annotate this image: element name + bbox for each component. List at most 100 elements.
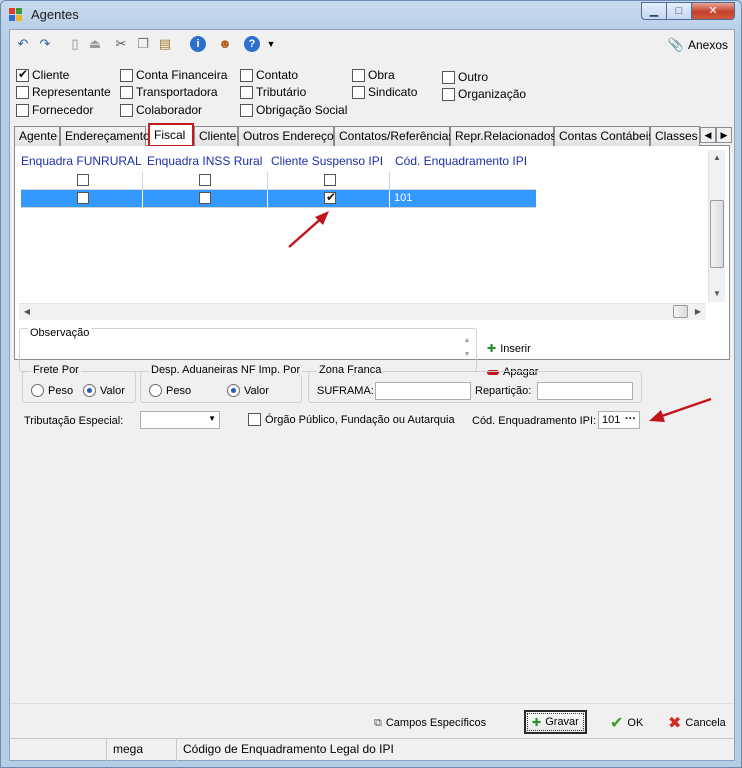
chevron-down-icon[interactable]: ▼ [208, 414, 216, 423]
cod-enquadramento-input[interactable]: 101 ··· [598, 411, 640, 429]
column-header-inss-rural[interactable]: Enquadra INSS Rural [147, 154, 262, 168]
info-icon[interactable]: i [190, 36, 206, 52]
undo-icon[interactable]: ↶ [14, 36, 32, 52]
ok-button[interactable]: ✔ OK [610, 712, 643, 734]
scroll-left-icon[interactable]: ◀ [19, 304, 35, 320]
radio-circle[interactable] [227, 384, 240, 397]
cell-funrural[interactable] [21, 190, 143, 208]
checkbox-cliente-suspenso[interactable] [324, 174, 336, 186]
copy-icon[interactable]: ❐ [134, 36, 152, 52]
title-bar[interactable]: Agentes ▁ □ ✕ [1, 1, 741, 29]
observacao-scroll-icon[interactable]: ▲ ▼ [460, 337, 474, 369]
cell-cod-enquadramento[interactable] [390, 172, 536, 190]
cell-funrural[interactable] [21, 172, 143, 190]
checkbox-transportadora[interactable]: Transportadora [120, 85, 218, 99]
checkbox-tributario-box[interactable] [240, 85, 253, 99]
radio-desp-valor[interactable]: Valor [227, 384, 269, 397]
paste-icon[interactable]: ▤ [156, 36, 174, 52]
scroll-right-icon[interactable]: ▶ [690, 304, 706, 320]
checkbox-sindicato-box[interactable] [352, 85, 365, 99]
cell-inss-rural[interactable] [143, 190, 268, 208]
column-header-cliente-suspenso[interactable]: Cliente Suspenso IPI [271, 154, 383, 168]
inserir-button[interactable]: ✚ Inserir [487, 342, 531, 356]
radio-frete-valor[interactable]: Valor [83, 384, 125, 397]
radio-circle[interactable] [83, 384, 96, 397]
tab-repr-relacionados[interactable]: Repr.Relacionados [450, 126, 556, 146]
checkbox-outro-box[interactable] [442, 70, 455, 84]
checkbox-conta-financeira-box[interactable] [120, 68, 133, 82]
checkbox-outro[interactable]: Outro [442, 70, 488, 84]
checkbox-contato-box[interactable] [240, 68, 253, 82]
table-row[interactable] [21, 172, 536, 190]
help-icon[interactable]: ? [244, 36, 260, 52]
checkbox-conta-financeira[interactable]: Conta Financeira [120, 68, 227, 82]
checkbox-colaborador[interactable]: Colaborador [120, 103, 202, 117]
cell-cod-enquadramento[interactable]: 101 [390, 190, 536, 208]
tab-scroll-right-icon[interactable]: ▶ [716, 127, 732, 143]
redo-icon[interactable]: ↷ [36, 36, 54, 52]
reparticao-input[interactable] [537, 382, 633, 400]
scroll-thumb[interactable] [710, 200, 724, 268]
suframa-input[interactable] [375, 382, 471, 400]
checkbox-obra[interactable]: Obra [352, 68, 395, 82]
checkbox-cliente[interactable]: Cliente [16, 67, 69, 82]
checkbox-representante-box[interactable] [16, 85, 29, 99]
close-button[interactable]: ✕ [691, 2, 735, 20]
tributacao-especial-select[interactable]: ▼ [140, 411, 220, 429]
checkbox-inss-rural[interactable] [199, 192, 211, 204]
eject-icon[interactable]: ⏏ [86, 36, 104, 52]
orgao-publico-checkbox[interactable]: Órgão Público, Fundação ou Autarquia [248, 413, 455, 426]
maximize-button[interactable]: □ [666, 2, 692, 20]
radio-circle[interactable] [31, 384, 44, 397]
grid-horizontal-scrollbar[interactable]: ◀ ▶ [19, 303, 706, 320]
cell-cliente-suspenso[interactable] [268, 172, 390, 190]
checkbox-transportadora-box[interactable] [120, 85, 133, 99]
scroll-up-icon[interactable]: ▲ [709, 150, 725, 166]
checkbox-contato[interactable]: Contato [240, 68, 298, 82]
new-document-icon[interactable]: ▯ [66, 36, 84, 52]
checkbox-cliente-suspenso[interactable] [324, 190, 336, 204]
dropdown-arrow-icon[interactable]: ▼ [262, 36, 280, 52]
column-header-funrural[interactable]: Enquadra FUNRURAL [21, 154, 142, 168]
column-header-cod-enquadramento[interactable]: Cód. Enquadramento IPI [395, 154, 527, 168]
radio-desp-peso[interactable]: Peso [149, 384, 191, 397]
cell-cliente-suspenso[interactable] [268, 190, 390, 208]
checkbox-tributario[interactable]: Tributário [240, 85, 306, 99]
tab-contas-contabeis[interactable]: Contas Contábeis [554, 126, 654, 146]
checkbox-sindicato[interactable]: Sindicato [352, 85, 417, 99]
minimize-button[interactable]: ▁ [641, 2, 667, 20]
checkbox-cliente-box[interactable] [16, 67, 29, 82]
cell-inss-rural[interactable] [143, 172, 268, 190]
gravar-button[interactable]: ✚ Gravar [524, 710, 587, 734]
tab-fiscal[interactable]: Fiscal [148, 123, 194, 147]
table-row-selected[interactable]: 101 [21, 190, 536, 208]
checkbox-obrigacao-social-box[interactable] [240, 103, 253, 117]
tab-outros-enderecos[interactable]: Outros Endereços [238, 126, 340, 146]
cut-icon[interactable]: ✂ [112, 36, 130, 52]
orgao-publico-box[interactable] [248, 413, 261, 426]
tab-enderecamento[interactable]: Endereçamento [60, 126, 150, 146]
checkbox-fornecedor[interactable]: Fornecedor [16, 103, 93, 117]
tab-classes[interactable]: Classes [650, 126, 700, 146]
radio-frete-peso[interactable]: Peso [31, 384, 73, 397]
checkbox-obra-box[interactable] [352, 68, 365, 82]
grid-vertical-scrollbar[interactable]: ▲ ▼ [708, 150, 725, 302]
scroll-thumb[interactable] [673, 305, 688, 318]
checkbox-funrural[interactable] [77, 192, 89, 204]
scroll-down-icon[interactable]: ▼ [709, 286, 725, 302]
checkbox-colaborador-box[interactable] [120, 103, 133, 117]
checkbox-representante[interactable]: Representante [16, 85, 111, 99]
checkbox-fornecedor-box[interactable] [16, 103, 29, 117]
anexos-button[interactable]: 📎 Anexos [668, 37, 728, 53]
tab-agente[interactable]: Agente [14, 126, 60, 146]
checkbox-obrigacao-social[interactable]: Obrigação Social [240, 103, 347, 117]
checkbox-organizacao[interactable]: Organização [442, 87, 526, 101]
radio-circle[interactable] [149, 384, 162, 397]
user-icon[interactable]: ☻ [216, 36, 234, 52]
cancela-button[interactable]: ✖ Cancela [668, 712, 726, 734]
tab-contatos-referencias[interactable]: Contatos/Referências [334, 126, 454, 146]
ellipsis-icon[interactable]: ··· [625, 413, 636, 425]
checkbox-funrural[interactable] [77, 174, 89, 186]
tab-cliente[interactable]: Cliente [194, 126, 238, 146]
campos-especificos-button[interactable]: ⧉ Campos Específicos [374, 712, 486, 734]
